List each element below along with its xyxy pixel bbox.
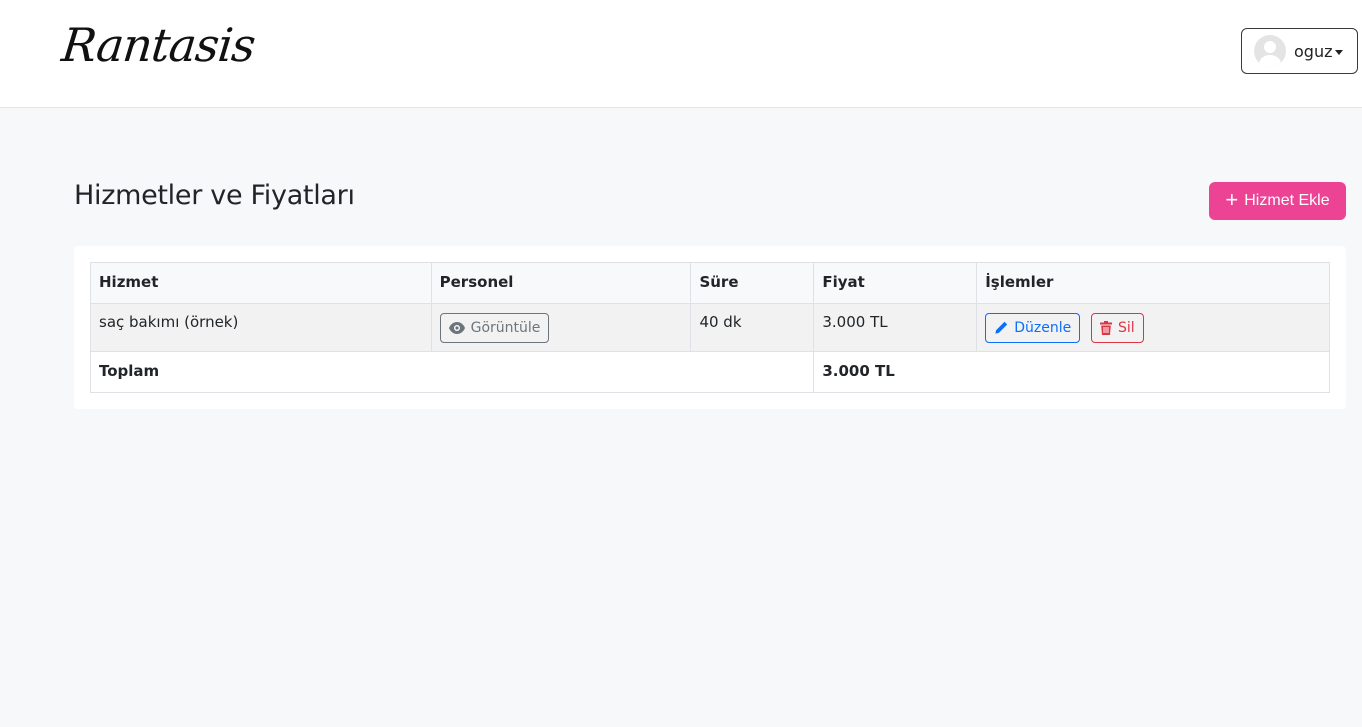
service-name-cell: saç bakımı (örnek) bbox=[90, 303, 432, 352]
edit-button[interactable]: Düzenle bbox=[985, 313, 1081, 343]
top-navbar: Rantasis oguz bbox=[0, 0, 1362, 108]
services-table: Hizmet Personel Süre Fiyat İşlemler saç … bbox=[89, 262, 1330, 393]
column-header-price: Fiyat bbox=[813, 262, 978, 304]
avatar bbox=[1254, 35, 1286, 67]
caret-down-icon bbox=[1335, 49, 1344, 55]
table-header-row: Hizmet Personel Süre Fiyat İşlemler bbox=[90, 262, 1330, 304]
actions-cell: Düzenle Sil bbox=[976, 303, 1330, 352]
add-service-label: Hizmet Ekle bbox=[1244, 192, 1330, 209]
eye-icon bbox=[448, 322, 465, 334]
column-header-actions: İşlemler bbox=[976, 262, 1330, 304]
column-header-staff: Personel bbox=[430, 262, 692, 304]
staff-cell: Görüntüle bbox=[430, 303, 692, 352]
price-cell: 3.000 TL bbox=[813, 303, 978, 352]
user-menu-button[interactable]: oguz bbox=[1241, 28, 1358, 74]
plus-icon: + bbox=[1225, 187, 1239, 212]
edit-label: Düzenle bbox=[1014, 320, 1072, 336]
view-staff-button[interactable]: Görüntüle bbox=[439, 313, 550, 343]
brand-logo[interactable]: Rantasis bbox=[59, 18, 257, 72]
delete-label: Sil bbox=[1118, 320, 1135, 336]
trash-icon bbox=[1100, 321, 1112, 335]
table-row: saç bakımı (örnek) Görüntüle 40 dk 3.000… bbox=[90, 303, 1330, 352]
delete-button[interactable]: Sil bbox=[1091, 313, 1144, 343]
view-staff-label: Görüntüle bbox=[470, 320, 541, 336]
page-title: Hizmetler ve Fiyatları bbox=[74, 180, 355, 211]
services-card: Hizmet Personel Süre Fiyat İşlemler saç … bbox=[74, 246, 1346, 409]
column-header-service: Hizmet bbox=[90, 262, 432, 304]
add-service-button[interactable]: + Hizmet Ekle bbox=[1209, 182, 1346, 220]
user-name: oguz bbox=[1294, 41, 1333, 61]
duration-cell: 40 dk bbox=[690, 303, 815, 352]
total-row: Toplam 3.000 TL bbox=[89, 351, 1330, 393]
column-header-duration: Süre bbox=[690, 262, 815, 304]
pencil-icon bbox=[995, 321, 1008, 334]
total-label: Toplam bbox=[89, 351, 815, 393]
total-value: 3.000 TL bbox=[813, 351, 1330, 393]
